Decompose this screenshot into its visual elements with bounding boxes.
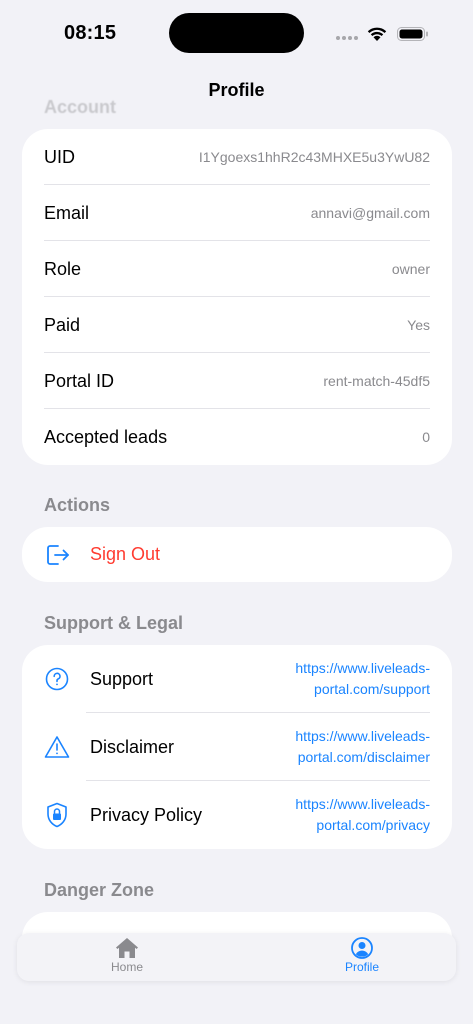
tab-home[interactable]: Home [87,937,167,974]
row-label: Portal ID [44,370,115,391]
account-row-uid: UID I1Ygoexs1hhR2c43MHXE5u3YwU82 [22,129,452,185]
warning-triangle-icon [44,734,70,760]
privacy-policy-row[interactable]: Privacy Policy https://www.liveleads-por… [22,781,452,849]
privacy-link[interactable]: https://www.liveleads-portal.com/privacy [255,794,430,836]
wifi-icon [367,27,387,41]
row-label: Disclaimer [90,736,175,757]
row-value: rent-match-45df5 [323,373,430,389]
battery-icon [397,27,428,41]
row-value: 0 [422,429,430,445]
support-link[interactable]: https://www.liveleads-portal.com/support [255,658,430,700]
section-header-actions: Actions [44,495,111,515]
row-label: Support [90,668,154,689]
tab-bar: Home Profile [17,933,456,981]
account-row-portal-id: Portal ID rent-match-45df5 [22,353,452,409]
disclaimer-row[interactable]: Disclaimer https://www.liveleads-portal.… [22,713,452,781]
status-time: 08:15 [64,22,117,44]
status-bar: 08:15 [0,0,473,66]
person-circle-icon [351,937,373,959]
row-label: UID [44,146,75,167]
question-circle-icon [44,666,70,692]
account-row-role: Role owner [22,241,452,297]
support-row[interactable]: Support https://www.liveleads-portal.com… [22,645,452,713]
sign-out-label: Sign Out [90,544,161,564]
row-value: Yes [407,317,430,333]
sign-out-button[interactable]: Sign Out [22,527,452,582]
support-card: Support https://www.liveleads-portal.com… [22,645,452,849]
disclaimer-link[interactable]: https://www.liveleads-portal.com/disclai… [255,726,430,768]
row-value: annavi@gmail.com [310,205,430,221]
account-row-email: Email annavi@gmail.com [22,185,452,241]
account-card: UID I1Ygoexs1hhR2c43MHXE5u3YwU82 Email a… [22,129,452,465]
section-header-support: Support & Legal [44,613,183,633]
section-header-danger: Danger Zone [44,880,155,900]
shield-lock-icon [44,802,70,828]
row-label: Privacy Policy [90,804,203,825]
section-header-account: Account [44,97,116,117]
tab-profile[interactable]: Profile [322,937,402,974]
home-icon [116,938,138,958]
row-label: Paid [44,314,81,335]
account-row-paid: Paid Yes [22,297,452,353]
row-label: Role [44,258,82,279]
row-label: Accepted leads [44,426,168,447]
row-value: I1Ygoexs1hhR2c43MHXE5u3YwU82 [198,149,430,165]
dynamic-island [169,13,304,53]
sign-out-icon [44,542,70,568]
actions-card: Sign Out [22,527,452,582]
row-value: owner [391,261,430,277]
row-label: Email [44,202,90,223]
tab-label: Home [110,960,143,974]
tab-label: Profile [344,960,379,974]
account-row-accepted-leads: Accepted leads 0 [22,409,452,465]
cellular-signal-icon [336,36,358,40]
